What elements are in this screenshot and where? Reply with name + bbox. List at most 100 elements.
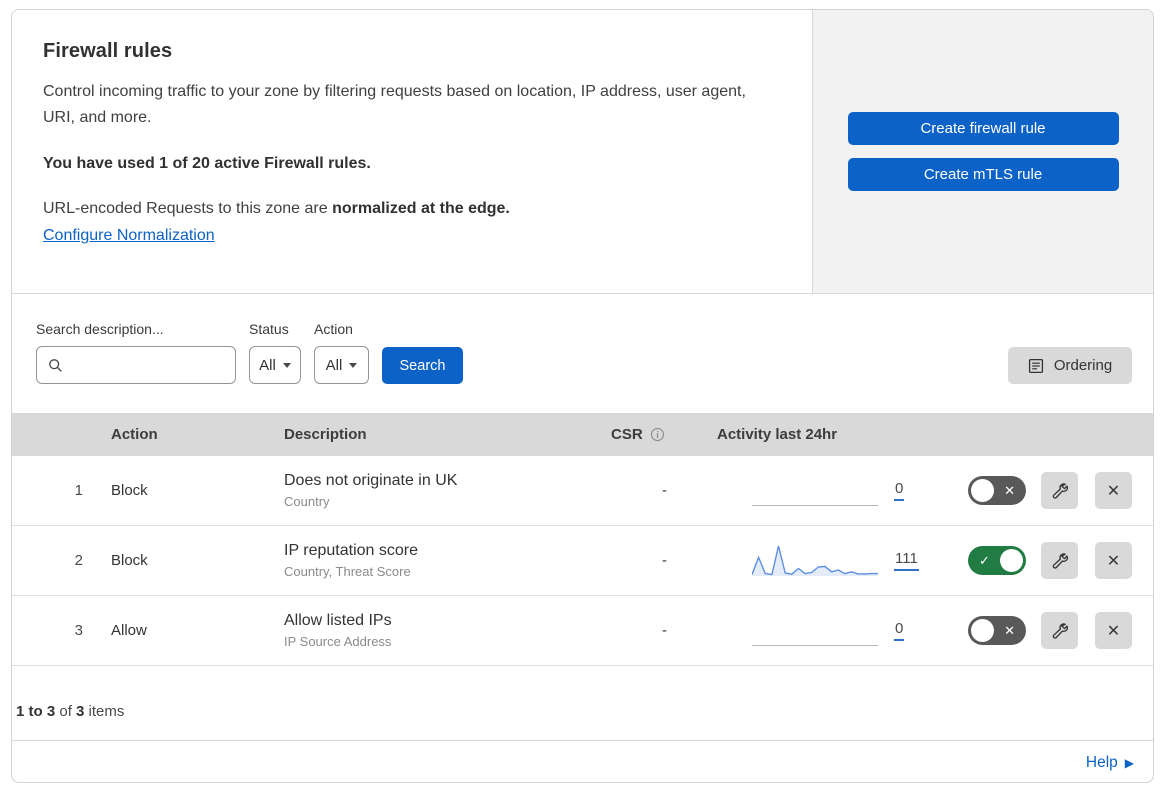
search-button[interactable]: Search (382, 347, 463, 384)
table-row: 3 Allow Allow listed IPs IP Source Addre… (12, 596, 1153, 666)
delete-rule-button[interactable]: ✕ (1095, 472, 1132, 509)
firewall-rules-page: Firewall rules Control incoming traffic … (11, 9, 1154, 783)
rule-description: IP reputation score (284, 542, 419, 559)
toggle-knob (1000, 549, 1023, 572)
activity-count-link[interactable]: 0 (894, 480, 905, 501)
csr-label: CSR (611, 426, 643, 443)
info-icon[interactable] (650, 427, 665, 442)
header-section: Firewall rules Control incoming traffic … (12, 10, 1153, 294)
actions-panel: Create firewall rule Create mTLS rule (813, 10, 1153, 293)
ordering-button[interactable]: Ordering (1008, 347, 1132, 384)
rule-csr: - (662, 622, 667, 639)
usage-summary: You have used 1 of 20 active Firewall ru… (43, 155, 371, 173)
items-word: items (84, 703, 125, 720)
status-label: Status (249, 321, 289, 337)
rule-priority: 2 (74, 552, 83, 569)
action-dropdown[interactable]: All (314, 346, 369, 384)
delete-rule-button[interactable]: ✕ (1095, 542, 1132, 579)
x-icon: ✕ (1004, 482, 1015, 498)
toggle-knob (971, 619, 994, 642)
rule-priority: 1 (74, 482, 83, 499)
activity-count-link[interactable]: 111 (894, 550, 919, 571)
header-description: Description (284, 426, 367, 443)
search-label: Search description... (36, 321, 164, 337)
items-count-bar: 1 to 3 of 3 items (12, 666, 1153, 741)
rule-description-cell: IP reputation score Country, Threat Scor… (284, 542, 600, 579)
rule-description-cell: Allow listed IPs IP Source Address (284, 612, 600, 649)
x-icon: ✕ (1004, 622, 1015, 638)
chevron-down-icon (349, 362, 358, 368)
edit-rule-button[interactable] (1041, 612, 1078, 649)
normalization-bold: normalized at the edge. (332, 200, 510, 218)
rule-priority: 3 (74, 622, 83, 639)
header-activity: Activity last 24hr (717, 426, 838, 443)
ordering-label: Ordering (1053, 357, 1113, 374)
table-row: 1 Block Does not originate in UK Country… (12, 456, 1153, 526)
wrench-icon (1052, 553, 1068, 569)
chevron-down-icon (282, 362, 291, 368)
page-description: Control incoming traffic to your zone by… (43, 83, 746, 127)
check-icon: ✓ (979, 552, 990, 568)
edit-rule-button[interactable] (1041, 542, 1078, 579)
activity-sparkline (752, 543, 878, 579)
normalization-note: URL-encoded Requests to this zone are no… (43, 200, 752, 218)
close-icon: ✕ (1106, 621, 1121, 640)
action-label: Action (314, 321, 353, 337)
status-dropdown[interactable]: All (249, 346, 301, 384)
ordering-icon (1028, 358, 1043, 373)
rule-enable-toggle[interactable]: ✓ ✕ (968, 476, 1026, 505)
search-input[interactable] (71, 356, 227, 374)
close-icon: ✕ (1106, 481, 1121, 500)
filter-bar: Search description... Status All Action … (12, 294, 1153, 413)
wrench-icon (1052, 623, 1068, 639)
rule-description: Does not originate in UK (284, 472, 458, 489)
search-icon (49, 358, 62, 372)
action-group: Action All (314, 321, 369, 384)
activity-count-link[interactable]: 0 (894, 620, 905, 641)
status-value: All (259, 356, 276, 374)
rule-enable-toggle[interactable]: ✓ ✕ (968, 616, 1026, 645)
configure-normalization-link[interactable]: Configure Normalization (43, 227, 215, 244)
delete-rule-button[interactable]: ✕ (1095, 612, 1132, 649)
rule-enable-toggle[interactable]: ✓ ✕ (968, 546, 1026, 575)
help-bar: Help ▶ (12, 741, 1153, 782)
help-label: Help (1085, 753, 1118, 771)
wrench-icon (1052, 483, 1068, 499)
rule-fields: IP Source Address (284, 634, 392, 649)
items-range: 1 to 3 (16, 703, 56, 720)
action-value: All (325, 356, 343, 374)
rule-action: Block (111, 482, 148, 499)
create-firewall-rule-button[interactable]: Create firewall rule (847, 112, 1119, 145)
activity-sparkline (752, 613, 878, 649)
rule-fields: Country (284, 494, 330, 509)
page-title: Firewall rules (43, 40, 173, 62)
rule-activity-cell: 111 ✓ ✕ ✕ (710, 542, 1153, 579)
rule-action: Block (111, 552, 148, 569)
table-header: Action Description CSR Activity last 24h… (12, 413, 1153, 456)
arrow-right-icon: ▶ (1124, 755, 1134, 770)
header-action: Action (111, 426, 158, 443)
normalization-text: URL-encoded Requests to this zone are (43, 200, 333, 218)
rule-activity-cell: 0 ✓ ✕ ✕ (710, 612, 1153, 649)
rule-activity-cell: 0 ✓ ✕ ✕ (710, 472, 1153, 509)
rule-fields: Country, Threat Score (284, 564, 411, 579)
items-count-text: 1 to 3 of 3 items (16, 703, 124, 720)
activity-sparkline (752, 473, 878, 509)
rule-csr: - (662, 482, 667, 499)
table-row: 2 Block IP reputation score Country, Thr… (12, 526, 1153, 596)
search-group: Search description... (36, 321, 236, 384)
intro-card: Firewall rules Control incoming traffic … (12, 10, 813, 293)
toggle-knob (971, 479, 994, 502)
items-of: of (55, 703, 77, 720)
rule-description-cell: Does not originate in UK Country (284, 472, 600, 509)
header-csr: CSR (600, 426, 710, 443)
edit-rule-button[interactable] (1041, 472, 1078, 509)
rule-action: Allow (111, 622, 147, 639)
rule-csr: - (662, 552, 667, 569)
help-link[interactable]: Help ▶ (1086, 754, 1134, 772)
close-icon: ✕ (1106, 551, 1121, 570)
search-input-box[interactable] (36, 346, 236, 384)
status-group: Status All (249, 321, 301, 384)
rule-description: Allow listed IPs (284, 612, 392, 629)
create-mtls-rule-button[interactable]: Create mTLS rule (847, 158, 1119, 191)
